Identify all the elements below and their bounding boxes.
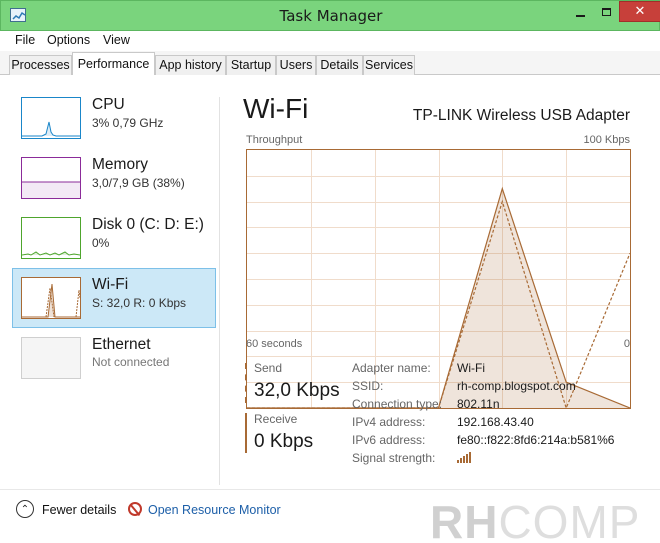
sidebar-item-subtitle: 0% [92,236,110,250]
prop-value-connection-type: 802.11n [457,397,500,411]
window-title: Task Manager [279,7,383,25]
sidebar-item-subtitle: 3,0/7,9 GB (38%) [92,176,185,190]
receive-value: 0 Kbps [254,431,314,452]
sidebar-item-wifi[interactable]: Wi-Fi S: 32,0 R: 0 Kbps [12,268,216,328]
menu-view[interactable]: View [103,33,130,47]
cpu-thumbnail [21,97,81,139]
prop-value-ipv4: 192.168.43.40 [457,415,534,429]
footer-separator [0,489,660,490]
send-label: Send [254,361,283,375]
sidebar-item-title: Ethernet [92,336,151,353]
sidebar-item-title: CPU [92,96,125,113]
sidebar-item-subtitle: Not connected [92,355,170,369]
sidebar-item-subtitle: 3% 0,79 GHz [92,116,164,130]
prop-key-signal-strength: Signal strength: [352,451,436,465]
prop-value-ipv6: fe80::f822:8fd6:214a:b581%6 [457,433,615,447]
sidebar-item-memory[interactable]: Memory 3,0/7,9 GB (38%) [12,152,216,212]
send-indicator [245,363,248,403]
tab-processes[interactable]: Processes [9,55,72,75]
throughput-graph [246,149,631,410]
graph-label-max: 100 Kbps [583,134,630,146]
tab-users[interactable]: Users [276,55,316,75]
prop-key-ipv4: IPv4 address: [352,415,426,429]
tab-startup[interactable]: Startup [226,55,276,75]
sidebar-item-ethernet[interactable]: Ethernet Not connected [12,332,216,392]
performance-panel: CPU 3% 0,79 GHz Memory 3,0/7,9 GB (38%) … [0,75,660,543]
series-line-1 [247,199,631,410]
ethernet-thumbnail [21,337,81,379]
sidebar-item-title: Memory [92,156,148,173]
title-bar[interactable]: Task Manager ✕ [0,0,660,31]
graph-label-throughput: Throughput [246,134,303,146]
adapter-name: TP-LINK Wireless USB Adapter [412,107,630,124]
series-line-0 [247,186,631,409]
wifi-thumbnail [21,277,81,319]
maximize-button[interactable] [593,1,619,22]
sidebar-item-title: Wi-Fi [92,276,129,293]
minimize-icon [575,14,585,17]
receive-label: Receive [254,412,298,426]
tab-details[interactable]: Details [316,55,363,75]
tab-services[interactable]: Services [363,55,415,75]
chevron-up-icon[interactable]: ⌃ [16,500,34,518]
maximize-icon [601,7,611,16]
prop-key-adapter-name: Adapter name: [352,361,431,375]
receive-indicator [245,413,247,453]
prop-key-ssid: SSID: [352,379,384,393]
close-button[interactable]: ✕ [619,1,660,22]
graph-label-time: 60 seconds [246,338,303,350]
prop-key-connection-type: Connection type: [352,397,443,411]
watermark: RHCOMP [430,495,640,543]
prop-value-adapter-name: Wi-Fi [457,361,485,375]
menu-options[interactable]: Options [47,33,90,47]
series-area-0 [247,188,630,408]
prop-value-ssid: rh-comp.blogspot.com [457,379,576,393]
sidebar-item-subtitle: S: 32,0 R: 0 Kbps [92,296,187,310]
sidebar-item-cpu[interactable]: CPU 3% 0,79 GHz [12,92,216,152]
signal-strength-icon [457,451,473,466]
menu-bar: File Options View [0,31,660,51]
throughput-chart [247,150,631,410]
tab-app-history[interactable]: App history [155,55,226,75]
menu-file[interactable]: File [15,33,35,47]
watermark-part2: COMP [498,496,641,543]
page-title: Wi-Fi [243,93,309,124]
tab-performance[interactable]: Performance [72,52,155,76]
panel-divider [219,97,220,485]
prop-key-ipv6: IPv6 address: [352,433,426,447]
sidebar-item-disk[interactable]: Disk 0 (C: D: E:) 0% [12,212,216,272]
open-resource-monitor-link[interactable]: Open Resource Monitor [148,503,281,517]
disk-thumbnail [21,217,81,259]
memory-thumbnail [21,157,81,199]
close-icon: ✕ [634,4,646,19]
sidebar-item-title: Disk 0 (C: D: E:) [92,216,204,233]
fewer-details-button[interactable]: Fewer details [42,503,116,517]
resource-monitor-icon[interactable] [128,502,142,516]
send-value: 32,0 Kbps [254,380,340,401]
minimize-button[interactable] [567,1,593,22]
graph-label-zero: 0 [623,338,630,350]
watermark-part1: RH [430,496,499,543]
tab-strip: Processes Performance App history Startu… [0,51,660,76]
